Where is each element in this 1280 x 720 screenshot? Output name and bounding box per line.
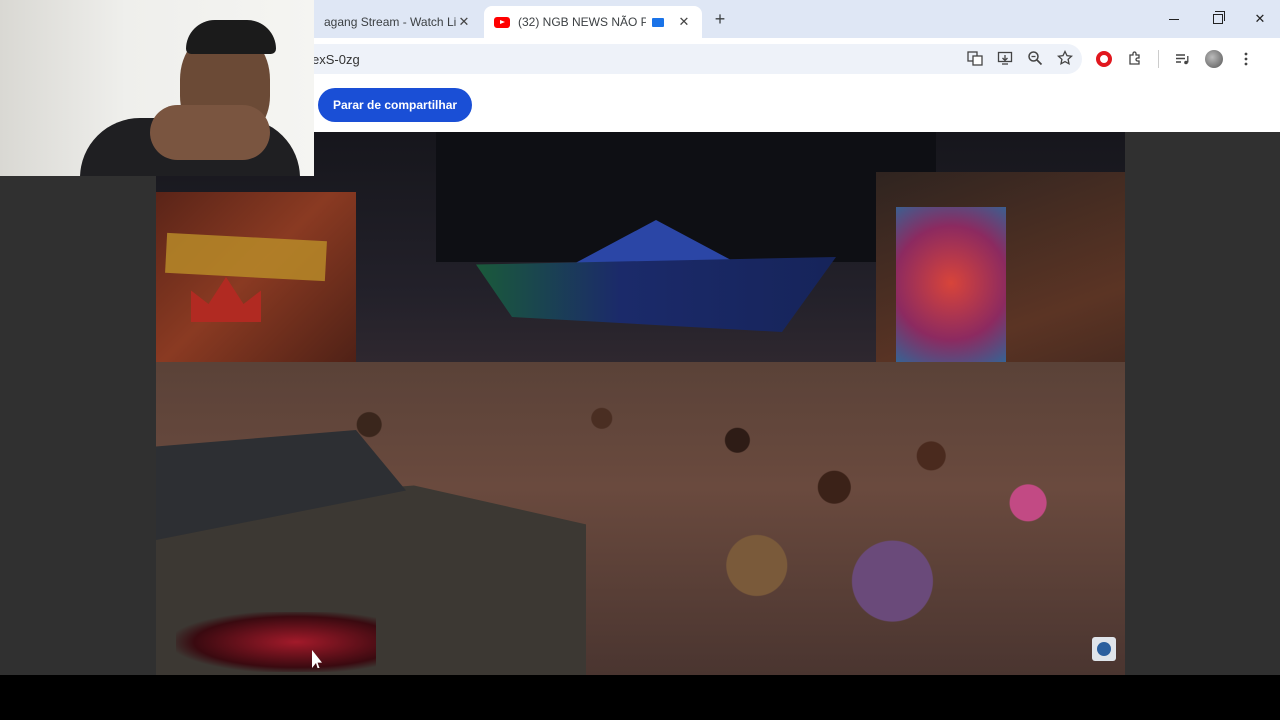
close-window-button[interactable]: ✕ bbox=[1238, 0, 1280, 38]
channel-watermark-icon[interactable] bbox=[1092, 637, 1116, 661]
restore-icon bbox=[1213, 11, 1225, 24]
tab-stream[interactable]: agang Stream - Watch Live ✕ bbox=[314, 6, 482, 38]
address-text: exS-0zg bbox=[312, 51, 360, 67]
tab-title: (32) NGB NEWS NÃO PARA bbox=[518, 15, 646, 29]
toolbar-actions bbox=[1096, 50, 1255, 68]
minimize-button[interactable] bbox=[1152, 0, 1196, 38]
stop-sharing-button[interactable]: Parar de compartilhar bbox=[318, 88, 473, 122]
webcam-person-hands bbox=[150, 105, 270, 160]
close-tab-icon[interactable]: ✕ bbox=[676, 14, 692, 30]
opera-icon[interactable] bbox=[1096, 51, 1112, 67]
omnibox-actions bbox=[966, 49, 1074, 67]
zoom-icon[interactable] bbox=[1026, 49, 1044, 67]
youtube-icon bbox=[494, 16, 510, 28]
bottom-black-bar bbox=[0, 675, 1280, 720]
media-queue-icon[interactable] bbox=[1173, 50, 1191, 68]
video-scene-red-light bbox=[176, 612, 376, 672]
menu-dots-icon[interactable] bbox=[1237, 50, 1255, 68]
install-app-icon[interactable] bbox=[996, 49, 1014, 67]
casting-icon bbox=[652, 17, 664, 27]
video-scene-canopy bbox=[476, 257, 836, 332]
video-player[interactable] bbox=[156, 132, 1125, 675]
extensions-icon[interactable] bbox=[1126, 50, 1144, 68]
minimize-icon bbox=[1169, 18, 1179, 20]
webcam-overlay bbox=[0, 0, 314, 176]
tab-title: agang Stream - Watch Live bbox=[324, 15, 456, 29]
restore-button[interactable] bbox=[1196, 0, 1240, 38]
address-bar[interactable]: exS-0zg bbox=[300, 44, 1082, 74]
webcam-person-cap bbox=[186, 20, 276, 54]
bookmark-star-icon[interactable] bbox=[1056, 49, 1074, 67]
translate-icon[interactable] bbox=[966, 49, 984, 67]
new-tab-button[interactable]: + bbox=[708, 8, 732, 32]
profile-avatar-icon[interactable] bbox=[1205, 50, 1223, 68]
watermark-logo bbox=[1097, 642, 1111, 656]
close-tab-icon[interactable]: ✕ bbox=[456, 14, 472, 30]
tab-ngb-news[interactable]: (32) NGB NEWS NÃO PARA ✕ bbox=[484, 6, 702, 38]
video-scene-sign bbox=[165, 232, 327, 282]
toolbar-separator bbox=[1158, 50, 1159, 68]
